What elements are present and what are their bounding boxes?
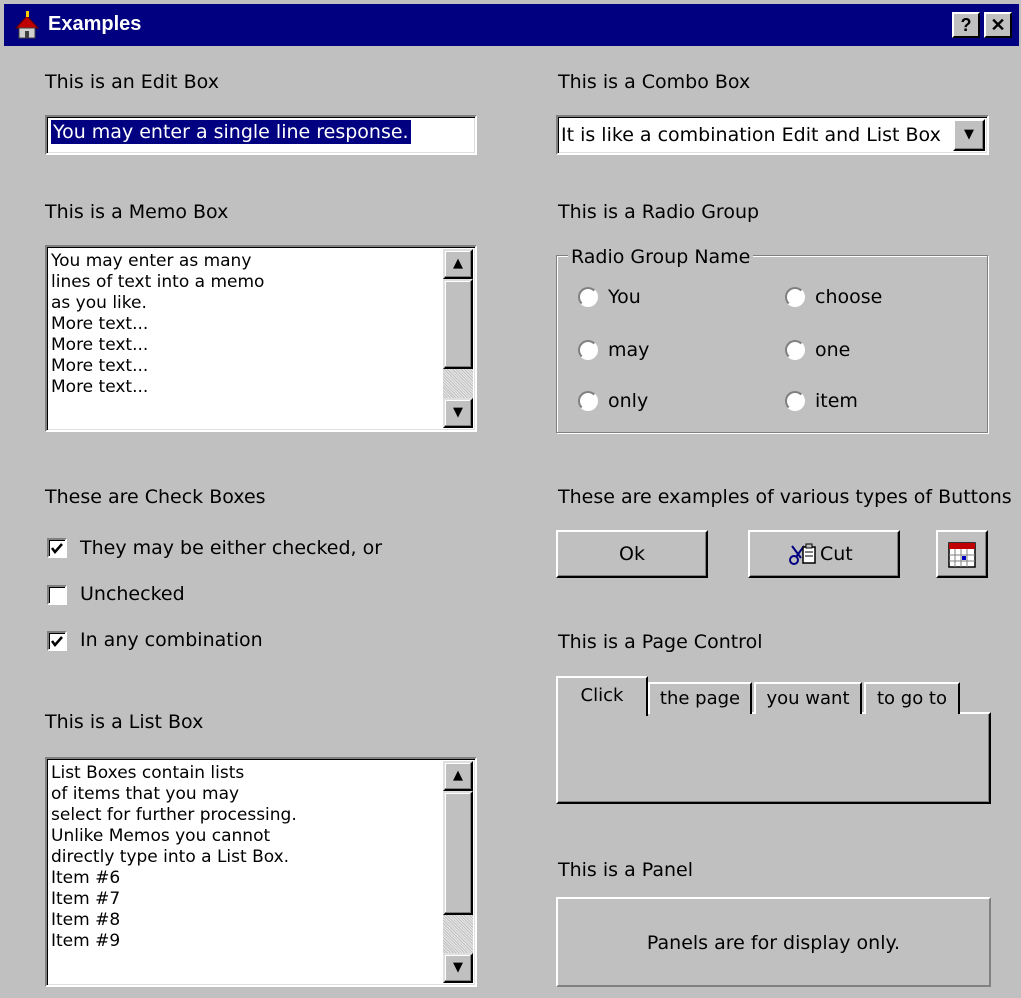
radio-label-only: only <box>608 390 649 412</box>
memo-line: as you like. <box>51 293 147 313</box>
list-item: Item #6 <box>51 868 121 888</box>
edit-box[interactable]: You may enter a single line response. <box>45 115 477 155</box>
list-item: List Boxes contain lists <box>51 763 245 783</box>
edit-box-label: This is an Edit Box <box>45 71 219 93</box>
edit-box-value: You may enter a single line response. <box>50 119 412 145</box>
radio-label-may: may <box>608 339 650 361</box>
page-control-body <box>556 712 991 804</box>
list-item: Item #8 <box>51 910 121 930</box>
checkbox-checked-2[interactable] <box>47 631 67 651</box>
radio-group-label: This is a Radio Group <box>558 201 760 223</box>
tab-to-go-to[interactable]: to go to <box>864 682 960 714</box>
list-item: directly type into a List Box. <box>51 847 290 867</box>
memo-box[interactable]: You may enter as many lines of text into … <box>45 245 477 432</box>
check-boxes-label: These are Check Boxes <box>45 486 266 508</box>
checkbox-label-2: Unchecked <box>80 583 185 605</box>
calendar-button[interactable] <box>936 530 988 578</box>
list-item: Item #9 <box>51 931 121 951</box>
memo-line: lines of text into a memo <box>51 272 265 292</box>
list-box[interactable]: List Boxes contain lists of items that yo… <box>45 757 477 987</box>
memo-scrollbar[interactable]: ▲ ▼ <box>443 249 473 428</box>
tab-you-want[interactable]: you want <box>754 682 862 714</box>
list-item: select for further processing. <box>51 805 297 825</box>
display-panel: Panels are for display only. <box>556 897 991 987</box>
checkbox-label-3: In any combination <box>80 629 263 651</box>
radio-only[interactable] <box>578 391 598 411</box>
chevron-down-icon[interactable]: ▼ <box>953 119 985 151</box>
list-item: Item #7 <box>51 889 121 909</box>
radio-label-item: item <box>815 390 858 412</box>
cut-button-label: Cut <box>820 543 853 565</box>
radio-one[interactable] <box>785 340 805 360</box>
ok-button-label: Ok <box>619 543 645 565</box>
panel-text: Panels are for display only. <box>646 932 901 954</box>
list-scrollbar[interactable]: ▲ ▼ <box>443 761 473 983</box>
ok-button[interactable]: Ok <box>556 530 708 578</box>
memo-line: More text... <box>51 377 149 397</box>
radio-label-one: one <box>815 339 851 361</box>
memo-text[interactable]: You may enter as many lines of text into … <box>51 251 264 398</box>
memo-line: More text... <box>51 335 149 355</box>
list-item: Unlike Memos you cannot <box>51 826 271 846</box>
scroll-up-icon[interactable]: ▲ <box>443 761 473 791</box>
scroll-down-icon[interactable]: ▼ <box>443 398 473 428</box>
examples-window: Examples ? ✕ This is an Edit Box You may… <box>0 0 1021 998</box>
help-button[interactable]: ? <box>952 12 980 38</box>
house-app-icon <box>14 11 40 39</box>
radio-may[interactable] <box>578 340 598 360</box>
checkbox-unchecked[interactable] <box>47 585 67 605</box>
radio-label-you: You <box>608 286 641 308</box>
scroll-thumb[interactable] <box>443 279 473 369</box>
tab-the-page[interactable]: the page <box>648 682 752 714</box>
scroll-thumb[interactable] <box>443 791 473 915</box>
radio-you[interactable] <box>578 287 598 307</box>
calendar-icon <box>948 542 976 568</box>
combo-box[interactable]: It is like a combination Edit and List B… <box>556 115 989 155</box>
cut-button[interactable]: Cut <box>748 530 900 578</box>
scissors-clipboard-icon <box>789 543 816 565</box>
combo-box-value: It is like a combination Edit and List B… <box>561 124 941 146</box>
scroll-up-icon[interactable]: ▲ <box>443 249 473 279</box>
memo-line: More text... <box>51 356 149 376</box>
title-bar[interactable]: Examples ? ✕ <box>4 4 1019 46</box>
checkmark-icon <box>51 636 63 647</box>
checkmark-icon <box>51 543 63 554</box>
tab-click[interactable]: Click <box>556 676 648 716</box>
page-control-label: This is a Page Control <box>558 631 763 653</box>
checkbox-checked-1[interactable] <box>47 538 67 558</box>
window-title: Examples <box>48 13 142 35</box>
panel-label: This is a Panel <box>558 859 694 881</box>
close-button[interactable]: ✕ <box>984 12 1012 38</box>
radio-group-name: Radio Group Name <box>568 245 754 269</box>
scroll-down-icon[interactable]: ▼ <box>443 953 473 983</box>
memo-line: You may enter as many <box>51 251 252 271</box>
radio-choose[interactable] <box>785 287 805 307</box>
combo-box-label: This is a Combo Box <box>558 71 751 93</box>
memo-line: More text... <box>51 314 149 334</box>
list-box-label: This is a List Box <box>45 711 204 733</box>
buttons-label: These are examples of various types of B… <box>558 486 1012 508</box>
radio-label-choose: choose <box>815 286 883 308</box>
list-item: of items that you may <box>51 784 240 804</box>
list-items[interactable]: List Boxes contain lists of items that yo… <box>51 763 297 952</box>
checkbox-label-1: They may be either checked, or <box>80 537 383 559</box>
radio-item[interactable] <box>785 391 805 411</box>
memo-box-label: This is a Memo Box <box>45 201 229 223</box>
